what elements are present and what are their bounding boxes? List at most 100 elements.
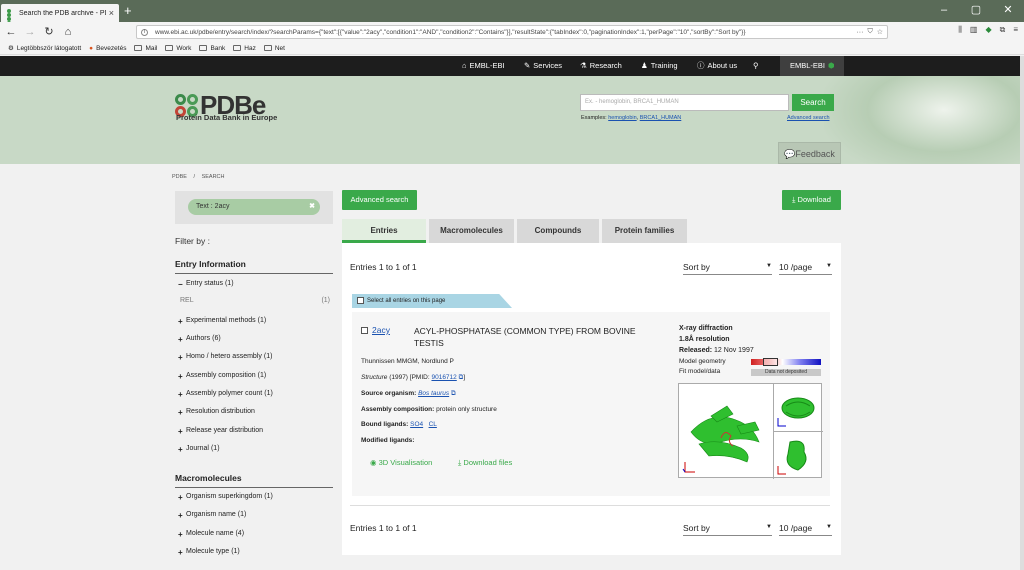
ebi-nav-about[interactable]: ⓘ About us [697,56,737,76]
filter-label: Authors [186,335,211,342]
advanced-search-button[interactable]: Advanced search [342,190,417,210]
menu-icon[interactable]: ≡ [1013,25,1018,35]
home-icon[interactable]: ⌂ [60,24,76,40]
filter-label: Molecule name [186,530,234,537]
structure-image[interactable] [776,388,820,428]
address-bar[interactable]: i www.ebi.ac.uk/pdbe/entry/search/index/… [136,25,888,39]
fit-model-label: Fit model/data [679,368,721,375]
new-tab-button[interactable]: + [124,4,132,18]
assembly-value: protein only structure [436,406,497,413]
model-geometry-label: Model geometry [679,358,726,365]
pocket-icon[interactable]: ⛉ [867,28,872,36]
structure-image[interactable] [681,392,771,476]
filter-molecule-name[interactable]: + Molecule name (4) [178,530,244,539]
bookmark-folder[interactable]: Haz [233,45,256,52]
ebi-nav-label: Services [533,61,563,70]
ebi-nav-training[interactable]: ♟ Training [641,56,678,76]
fit-model-bar: Data not deposited [751,369,821,376]
filter-journal[interactable]: + Journal (1) [178,445,220,454]
bookmark-folder[interactable]: Bank [199,45,225,52]
source-link[interactable]: Bos taurus [418,390,449,397]
entry-checkbox[interactable] [361,327,368,334]
browser-tab[interactable]: Search the PDB archive - PDBe × [1,4,119,25]
entry-id-link[interactable]: 2acy [372,325,390,335]
filter-count: (1) [224,280,234,287]
search-button[interactable]: Search [792,94,834,111]
ebi-search-icon[interactable]: ⚲ [753,56,759,76]
example-link[interactable]: hemoglobin [608,115,636,121]
pmid-link[interactable]: 9016712 [431,374,456,381]
filter-organism-name[interactable]: + Organism name (1) [178,511,246,520]
option-count: (1) [321,297,330,304]
page-actions-icon[interactable]: ··· [856,29,863,36]
training-icon: ♟ [641,61,648,70]
close-tab-icon[interactable]: × [109,8,114,18]
filter-molecule-type[interactable]: + Molecule type (1) [178,548,240,557]
filter-entry-status[interactable]: − Entry status (1) [178,280,234,289]
released-value: 12 Nov 1997 [714,347,754,354]
3d-visualisation-link[interactable]: ◉ 3D Visualisation [370,458,432,467]
sidebar-icon[interactable]: ▥ [970,25,978,35]
select-all-bar[interactable]: Select all entries on this page [352,294,512,308]
example-link[interactable]: BRCA1_HUMAN [640,115,682,121]
bookmark-folder[interactable]: Net [263,45,285,52]
per-page-select[interactable]: 10 /page ▼ [779,262,832,275]
filter-organism-superkingdom[interactable]: + Organism superkingdom (1) [178,493,273,502]
filter-label: Release year distribution [186,427,264,434]
feedback-button[interactable]: 💬Feedback [778,142,841,164]
filter-resolution-distribution[interactable]: + Resolution distribution [178,408,255,417]
tab-compounds[interactable]: Compounds [517,219,599,243]
tab-entries[interactable]: Entries [342,219,426,243]
back-icon[interactable]: ← [3,24,19,40]
breadcrumb-root[interactable]: PDBE [172,174,187,180]
plus-icon: + [178,511,183,520]
download-button[interactable]: ⤓ Download [782,190,841,210]
filter-experimental-methods[interactable]: + Experimental methods (1) [178,317,266,326]
ligand-link[interactable]: SO4 [410,421,423,428]
search-input[interactable]: Ex. - hemoglobin, BRCA1_HUMAN [580,94,789,111]
ebi-nav-home[interactable]: ⌂ EMBL-EBI [462,56,505,76]
minimize-icon[interactable]: – [928,0,960,22]
gear-icon: ⚙ [8,45,14,52]
per-page-select-bottom[interactable]: 10 /page ▼ [779,523,832,536]
advanced-search-link[interactable]: Advanced search [787,115,830,121]
sort-select-bottom[interactable]: Sort by ▼ [683,523,772,536]
ebi-nav-research[interactable]: ⚗ Research [580,56,622,76]
home-icon: ⌂ [462,61,467,70]
star-icon[interactable]: ☆ [877,28,883,36]
reload-icon[interactable]: ↻ [41,24,57,40]
filter-assembly-composition[interactable]: + Assembly composition (1) [178,372,266,381]
filter-assembly-polymer-count[interactable]: + Assembly polymer count (1) [178,390,273,399]
bookmark-item[interactable]: ● Bevezetés [89,45,126,52]
library-icon[interactable]: ⫼ [958,25,962,35]
info-icon[interactable]: i [141,28,148,36]
structure-image[interactable] [776,434,820,476]
bookmark-folder[interactable]: Mail [134,45,157,52]
ebi-nav-services[interactable]: ✎ Services [524,56,562,76]
url-text: www.ebi.ac.uk/pdbe/entry/search/index/?s… [155,28,746,36]
forward-icon[interactable]: → [22,24,38,40]
plus-icon: + [178,445,183,454]
filter-homo-hetero[interactable]: + Homo / hetero assembly (1) [178,353,272,362]
close-window-icon[interactable]: ✕ [992,0,1024,22]
tab-macromolecules[interactable]: Macromolecules [429,219,514,243]
sort-select[interactable]: Sort by ▼ [683,262,772,275]
filter-authors[interactable]: + Authors (6) [178,335,221,344]
ligand-link[interactable]: CL [429,421,437,428]
extension-icon[interactable]: ⧉ [1000,25,1006,35]
tab-protein-families[interactable]: Protein families [602,219,687,243]
structure-thumbnails[interactable] [678,383,823,479]
plus-icon: + [178,353,183,362]
page-scrollbar[interactable] [1020,56,1024,570]
filter-release-year[interactable]: + Release year distribution [178,427,263,436]
filter-option-rel[interactable]: REL (1) [180,297,330,304]
download-files-link[interactable]: ⤓ Download files [458,458,512,468]
bookmark-folder[interactable]: Work [165,45,191,52]
select-all-checkbox[interactable] [357,296,364,304]
info-icon: ⓘ [697,61,705,70]
bookmark-item[interactable]: ⚙ Legtöbbször látogatott [8,44,81,53]
close-icon[interactable]: ✖ [309,199,315,215]
maximize-icon[interactable]: ▢ [960,0,992,22]
embl-ebi-logo[interactable]: EMBL-EBI ⬢ [780,56,844,76]
extension-icon[interactable]: ◆ [985,25,991,35]
